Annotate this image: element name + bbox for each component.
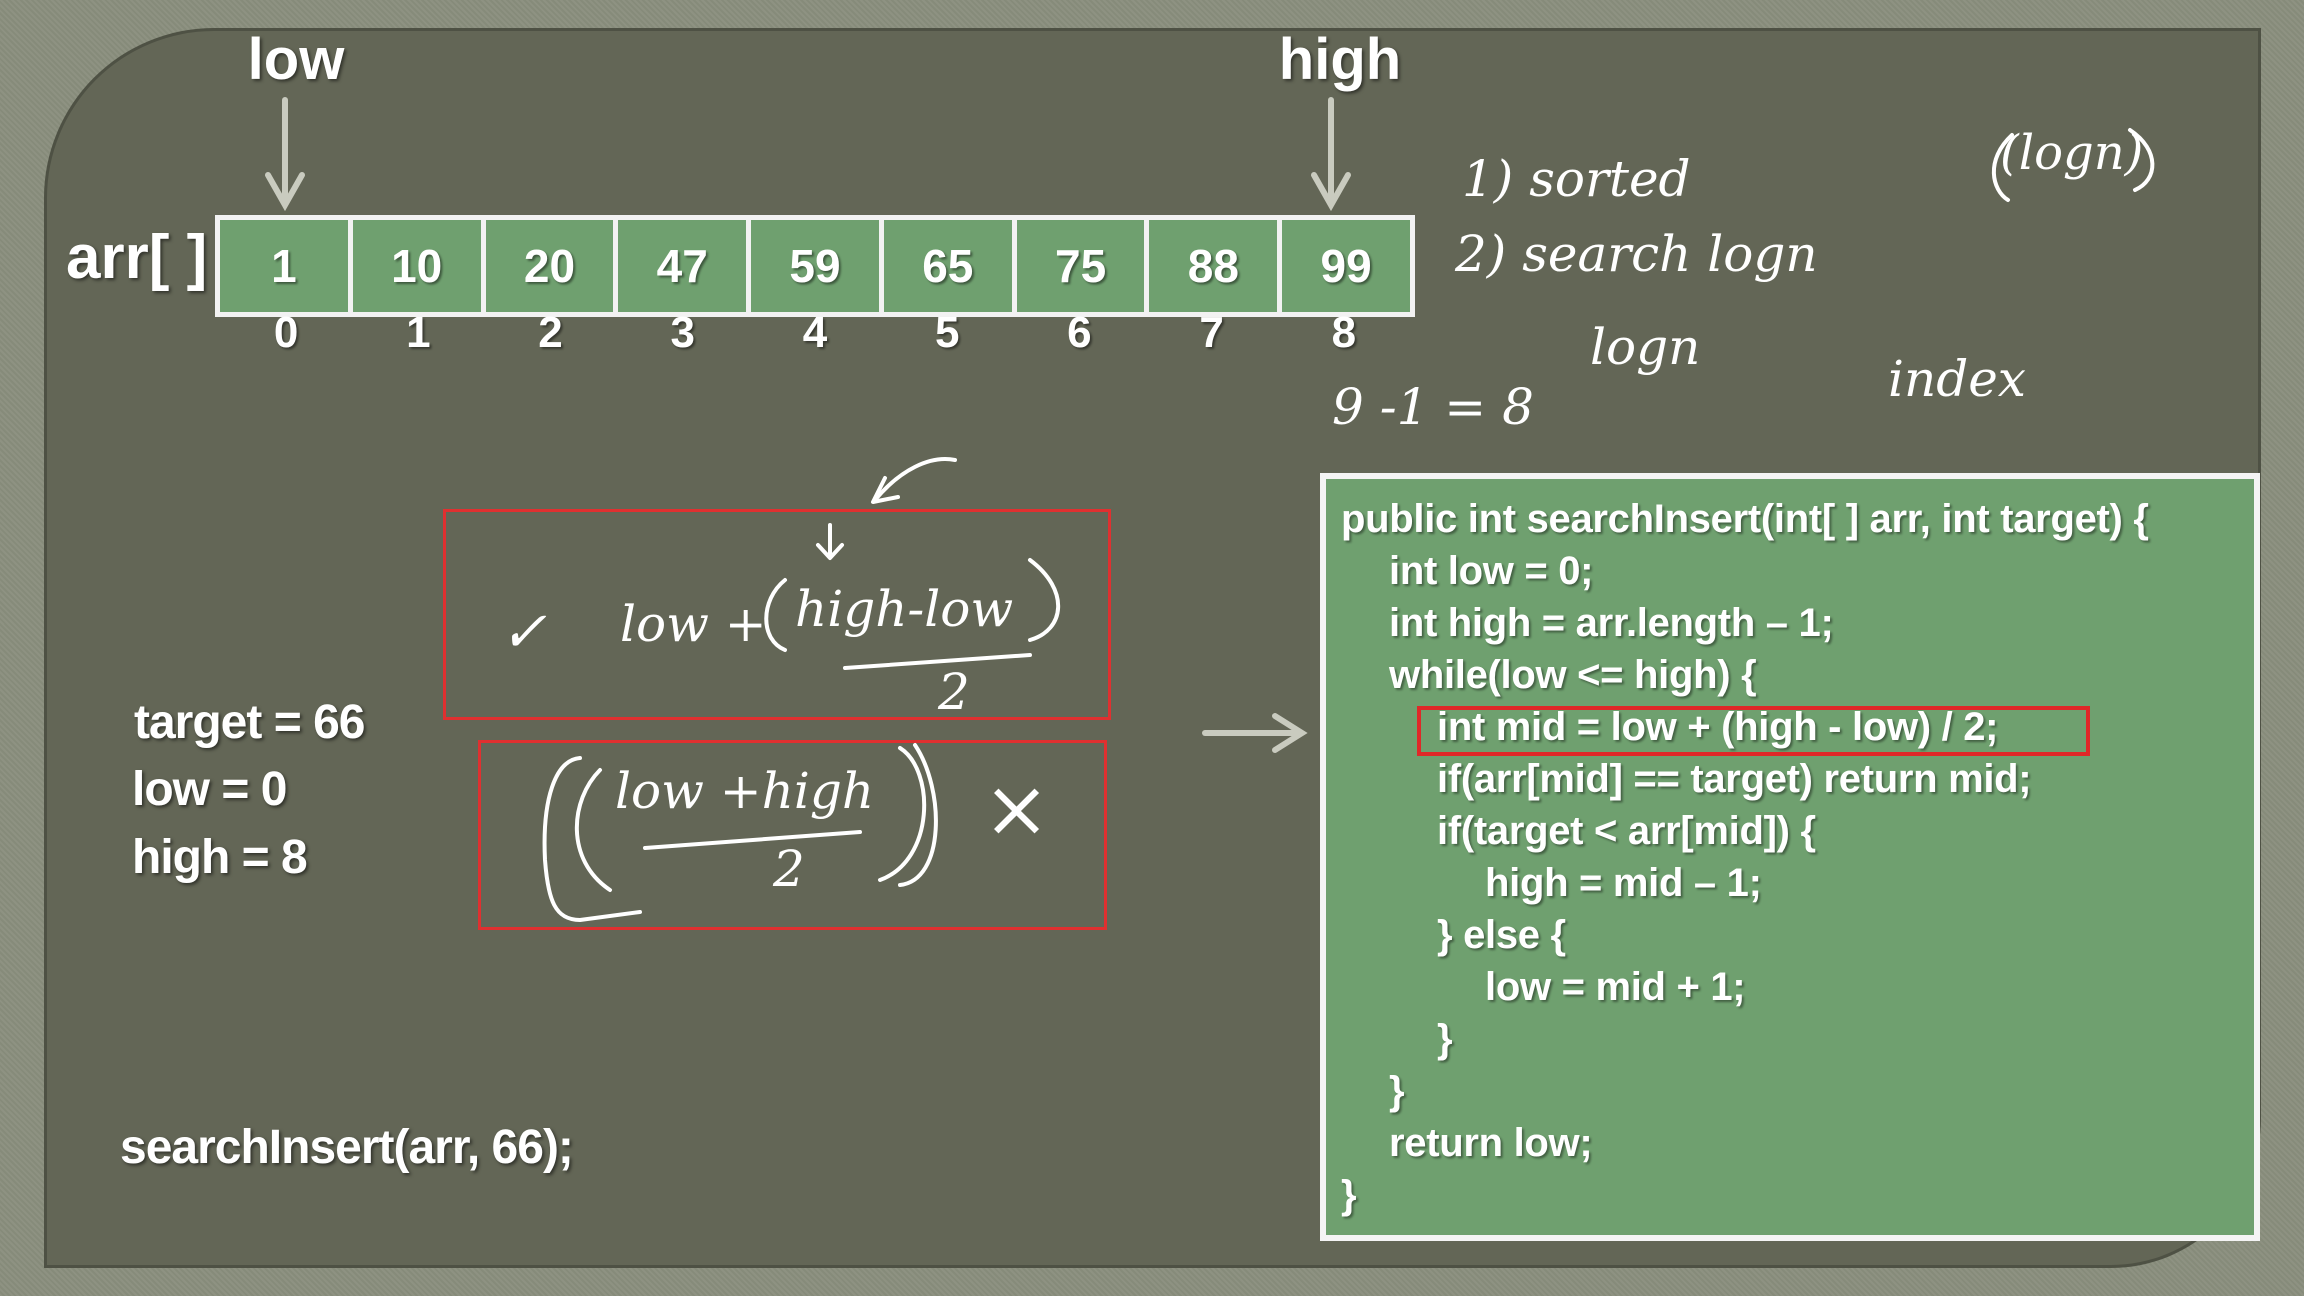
bad-formula-denominator: 2 — [773, 840, 805, 898]
code-line: int high = arr.length – 1; — [1389, 601, 1834, 645]
code-line: low = mid + 1; — [1485, 965, 1746, 1009]
code-line: return low; — [1389, 1121, 1593, 1165]
note-sorted: 1) sorted — [1462, 150, 1691, 208]
good-formula-denominator: 2 — [938, 663, 970, 721]
bad-formula-numerator: low +high — [615, 762, 875, 820]
code-line: } — [1437, 1017, 1453, 1061]
code-line: int low = 0; — [1389, 549, 1594, 593]
code-line: } — [1341, 1173, 1357, 1217]
code-line: public int searchInsert(int[ ] arr, int … — [1341, 497, 2149, 541]
mid-line-highlight — [1417, 706, 2090, 756]
note-search: 2) search logn — [1455, 225, 1818, 283]
good-formula-numerator: high-low — [795, 580, 1014, 638]
note-logn: logn — [1590, 318, 1701, 376]
code-line: } — [1389, 1069, 1405, 1113]
code-line: while(low <= high) { — [1389, 653, 1757, 697]
code-line: if(arr[mid] == target) return mid; — [1437, 757, 2032, 801]
code-line: high = mid – 1; — [1485, 861, 1762, 905]
cross-mark-icon: × — [983, 762, 1051, 855]
code-line: if(target < arr[mid]) { — [1437, 809, 1816, 853]
note-logn-paren: (logn) — [2000, 125, 2144, 181]
curved-arrow-icon — [873, 457, 957, 502]
note-nine-minus-one: 9 -1 = 8 — [1332, 378, 1534, 436]
good-formula-left: low + — [620, 595, 767, 653]
code-line: } else { — [1437, 913, 1566, 957]
check-mark: ✓ — [500, 600, 547, 665]
down-arrow-icon — [816, 523, 844, 560]
note-index: index — [1888, 350, 2026, 408]
